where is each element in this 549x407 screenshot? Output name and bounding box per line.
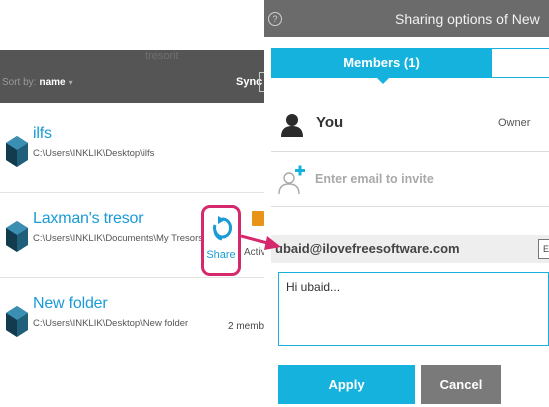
share-label: Share bbox=[206, 249, 236, 261]
tresor-list-panel: tresorit Sort by: name ▾ Sync ilfs C:\User… bbox=[0, 0, 265, 407]
invited-email: ubaid@ilovefreesoftware.com bbox=[275, 241, 460, 256]
invited-email-row: ubaid@ilovefreesoftware.com E bbox=[271, 235, 549, 263]
list-header: tresorit Sort by: name ▾ Sync bbox=[0, 50, 265, 103]
member-row-owner: You Owner bbox=[271, 98, 549, 152]
header-ghost-text: tresorit bbox=[145, 50, 179, 62]
tab-members-label: Members (1) bbox=[343, 55, 420, 70]
tab-other[interactable] bbox=[492, 48, 549, 78]
sort-value: name bbox=[39, 77, 66, 88]
folder-name: ilfs bbox=[33, 125, 52, 142]
email-role-button[interactable]: E bbox=[538, 239, 549, 259]
dialog-title: Sharing options of New bbox=[395, 11, 540, 27]
activity-icon bbox=[252, 211, 264, 226]
member-name: You bbox=[316, 114, 344, 131]
invite-message-field[interactable]: Hi ubaid... bbox=[278, 272, 549, 346]
list-item[interactable]: ilfs C:\Users\INKLIK\Desktop\ilfs bbox=[0, 109, 265, 193]
tab-members[interactable]: Members (1) bbox=[271, 48, 492, 84]
folder-path: C:\Users\INKLIK\Documents\My Tresors\Lax bbox=[33, 233, 221, 244]
cancel-button[interactable]: Cancel bbox=[421, 365, 501, 404]
invite-row bbox=[271, 153, 549, 207]
invite-email-input[interactable] bbox=[315, 169, 540, 189]
folder-path: C:\Users\INKLIK\Desktop\ilfs bbox=[33, 148, 155, 159]
list-item[interactable]: New folder C:\Users\INKLIK\Desktop\New f… bbox=[0, 279, 265, 363]
tresor-folder-icon bbox=[6, 306, 28, 337]
chevron-down-icon: ▾ bbox=[68, 78, 73, 87]
user-icon bbox=[281, 114, 303, 137]
folder-path: C:\Users\INKLIK\Desktop\New folder bbox=[33, 318, 189, 329]
folder-name: Laxman's tresor bbox=[33, 210, 144, 227]
share-button[interactable]: Share bbox=[201, 205, 241, 276]
sort-label: Sort by: bbox=[2, 77, 37, 88]
add-user-icon bbox=[278, 165, 305, 195]
share-icon bbox=[213, 216, 232, 241]
tresor-folder-icon bbox=[6, 221, 28, 252]
folder-name: New folder bbox=[33, 295, 108, 312]
help-icon[interactable]: ? bbox=[268, 12, 282, 26]
dialog-title-bar: ? Sharing options of New bbox=[264, 0, 549, 37]
member-count: 2 member bbox=[228, 321, 265, 332]
tab-caret bbox=[377, 78, 389, 84]
annotation-arrow bbox=[241, 234, 281, 250]
sort-control[interactable]: Sort by: name ▾ bbox=[2, 77, 73, 88]
tab-bar: Members (1) bbox=[264, 48, 549, 84]
tresor-folder-icon bbox=[6, 136, 28, 167]
member-role: Owner bbox=[498, 117, 531, 129]
sharing-options-dialog: ? Sharing options of New Members (1) You… bbox=[264, 0, 549, 407]
apply-button[interactable]: Apply bbox=[278, 365, 415, 404]
